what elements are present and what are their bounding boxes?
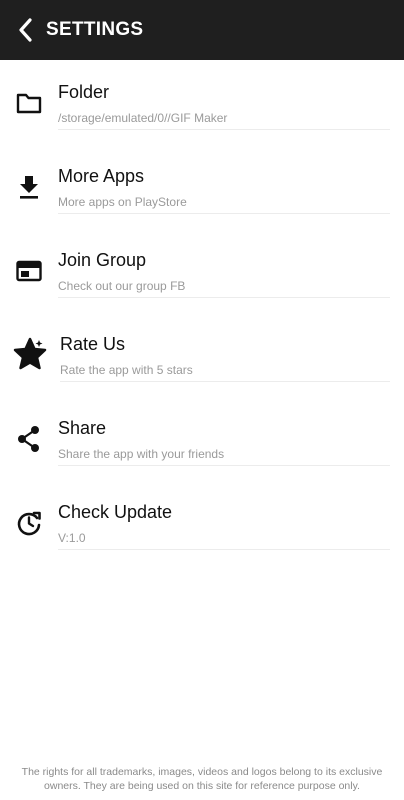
app-bar: SETTINGS xyxy=(0,0,404,60)
settings-item-folder[interactable]: Folder /storage/emulated/0//GIF Maker xyxy=(0,60,404,144)
settings-item-share[interactable]: Share Share the app with your friends xyxy=(0,396,404,480)
page-title: SETTINGS xyxy=(46,19,144,40)
browser-window-icon xyxy=(14,256,44,286)
settings-item-subtitle: Rate the app with 5 stars xyxy=(60,363,193,377)
settings-item-subtitle: Check out our group FB xyxy=(58,279,186,293)
back-button[interactable] xyxy=(6,0,46,60)
settings-item-more-apps[interactable]: More Apps More apps on PlayStore xyxy=(0,144,404,228)
settings-item-title: Join Group xyxy=(58,250,147,270)
settings-list: Folder /storage/emulated/0//GIF Maker Mo… xyxy=(0,60,404,564)
settings-item-title: Share xyxy=(58,418,107,438)
settings-item-subtitle: Share the app with your friends xyxy=(58,447,225,461)
update-clock-icon xyxy=(14,508,44,538)
folder-icon xyxy=(14,88,44,118)
settings-item-title: More Apps xyxy=(58,166,145,186)
chevron-left-icon xyxy=(19,18,32,42)
settings-item-join-group[interactable]: Join Group Check out our group FB xyxy=(0,228,404,312)
divider xyxy=(58,549,390,550)
settings-item-subtitle: /storage/emulated/0//GIF Maker xyxy=(58,111,228,125)
divider xyxy=(58,465,390,466)
settings-item-title: Check Update xyxy=(58,502,173,522)
settings-item-title: Rate Us xyxy=(60,334,126,354)
share-icon xyxy=(14,424,44,454)
settings-item-title: Folder xyxy=(58,82,110,102)
settings-item-rate-us[interactable]: Rate Us Rate the app with 5 stars xyxy=(0,312,404,396)
divider xyxy=(60,381,390,382)
settings-item-check-update[interactable]: Check Update V:1.0 xyxy=(0,480,404,564)
settings-item-subtitle: More apps on PlayStore xyxy=(58,195,187,209)
star-icon xyxy=(12,336,48,372)
divider xyxy=(58,129,390,130)
divider xyxy=(58,297,390,298)
settings-item-subtitle: V:1.0 xyxy=(58,531,86,545)
footer-disclaimer: The rights for all trademarks, images, v… xyxy=(21,766,383,792)
divider xyxy=(58,213,390,214)
download-icon xyxy=(14,172,44,202)
